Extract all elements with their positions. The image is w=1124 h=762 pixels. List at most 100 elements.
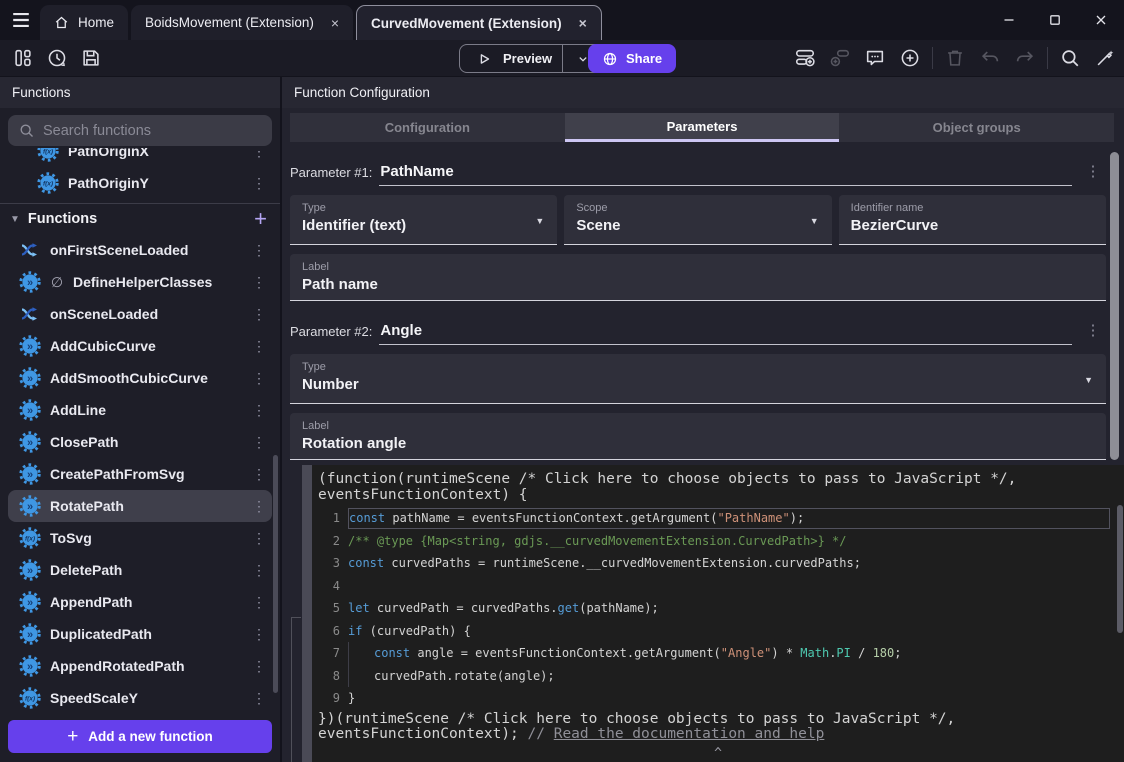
code-line[interactable]: 1const pathName = eventsFunctionContext.… [318, 507, 1124, 530]
text-field[interactable]: LabelPath name [290, 254, 1106, 301]
function-name: AddSmoothCubicCurve [50, 370, 242, 386]
code-function-header[interactable]: (function(runtimeScene /* Click here to … [318, 472, 1124, 503]
tab-parameters[interactable]: Parameters [565, 113, 840, 142]
maximize-button[interactable] [1032, 0, 1078, 40]
function-menu-icon[interactable]: ⋮ [251, 562, 267, 579]
function-menu-icon[interactable]: ⋮ [251, 242, 267, 259]
code-line[interactable]: 9} [318, 687, 1124, 710]
window-tab[interactable]: CurvedMovement (Extension)× [356, 5, 602, 40]
code-editor-content[interactable]: (function(runtimeScene /* Click here to … [312, 465, 1124, 762]
function-list-item[interactable]: »AppendPath⋮ [8, 586, 272, 618]
add-new-function-button[interactable]: + Add a new function [8, 720, 272, 753]
main-header: Function Configuration [282, 77, 1124, 108]
parameter-name-input[interactable] [379, 322, 1072, 345]
dropdown-field[interactable]: TypeNumber▼ [290, 354, 1106, 404]
documentation-link[interactable]: Read the documentation and help [554, 726, 825, 742]
function-menu-icon[interactable]: ⋮ [251, 148, 267, 160]
code-scrollbar[interactable] [1117, 505, 1123, 633]
close-button[interactable] [1078, 0, 1124, 40]
function-list-item[interactable]: »DeletePath⋮ [8, 554, 272, 586]
parameter-name-input[interactable] [379, 163, 1072, 186]
text-field[interactable]: Identifier nameBezierCurve [839, 195, 1106, 245]
project-manager-icon[interactable] [10, 45, 36, 71]
parameter-menu-icon[interactable]: ⋮ [1084, 321, 1102, 345]
ai-wand-icon[interactable] [1092, 45, 1118, 71]
function-list-item[interactable]: »CreatePathFromSvg⋮ [8, 458, 272, 490]
function-list-item[interactable]: »DuplicatedPath⋮ [8, 618, 272, 650]
search-input[interactable] [43, 123, 262, 139]
dropdown-field[interactable]: TypeIdentifier (text)▼ [290, 195, 557, 245]
function-name: PathOriginY [68, 175, 242, 191]
search-box[interactable] [8, 115, 272, 146]
svg-text:»: » [27, 597, 33, 609]
function-list-item[interactable]: »AddSmoothCubicCurve⋮ [8, 362, 272, 394]
sidebar-scrollbar[interactable] [273, 455, 278, 693]
function-list-item[interactable]: f(x)SpeedScaleY⋮ [8, 682, 272, 714]
share-button[interactable]: Share [588, 44, 676, 73]
collapse-arrow-icon[interactable]: ▼ [10, 214, 20, 225]
dropdown-field[interactable]: ScopeScene▼ [564, 195, 831, 245]
add-other-event-icon[interactable] [897, 45, 923, 71]
tab-object-groups[interactable]: Object groups [839, 113, 1114, 142]
function-menu-icon[interactable]: ⋮ [251, 530, 267, 547]
preview-button[interactable]: Preview [459, 44, 604, 73]
function-list-item[interactable]: onSceneLoaded⋮ [8, 298, 272, 330]
function-menu-icon[interactable]: ⋮ [251, 658, 267, 675]
function-menu-icon[interactable]: ⋮ [251, 498, 267, 515]
code-line[interactable]: 6if (curvedPath) { [318, 620, 1124, 643]
function-menu-icon[interactable]: ⋮ [251, 274, 267, 291]
close-tab-icon[interactable]: × [331, 15, 339, 31]
tab-configuration[interactable]: Configuration [290, 113, 565, 142]
function-menu-icon[interactable]: ⋮ [251, 175, 267, 192]
configuration-tabs: Configuration Parameters Object groups [290, 113, 1114, 142]
parameters-scrollbar[interactable] [1110, 152, 1119, 460]
function-menu-icon[interactable]: ⋮ [251, 466, 267, 483]
code-line[interactable]: 8curvedPath.rotate(angle); [318, 665, 1124, 688]
main-menu-button[interactable] [9, 9, 35, 33]
function-menu-icon[interactable]: ⋮ [251, 434, 267, 451]
parameter-index-label: Parameter #2: [290, 324, 372, 345]
code-line[interactable]: 2/** @type {Map<string, gdjs.__curvedMov… [318, 530, 1124, 553]
function-list-item[interactable]: f(x)PathOriginY⋮ [8, 167, 272, 199]
function-list-item[interactable]: »RotatePath⋮ [8, 490, 272, 522]
svg-text:»: » [27, 469, 33, 481]
function-menu-icon[interactable]: ⋮ [251, 594, 267, 611]
line-number: 4 [318, 579, 340, 593]
function-list-item[interactable]: »AddLine⋮ [8, 394, 272, 426]
event-drag-handle[interactable] [302, 465, 312, 762]
code-line[interactable]: 7const angle = eventsFunctionContext.get… [318, 642, 1124, 665]
code-line[interactable]: 4 [318, 575, 1124, 598]
code-line[interactable]: 5let curvedPath = curvedPaths.get(pathNa… [318, 597, 1124, 620]
function-menu-icon[interactable]: ⋮ [251, 626, 267, 643]
collapse-editor-icon[interactable]: ^ [714, 746, 722, 761]
window-tab[interactable]: Home [40, 5, 128, 40]
add-event-icon[interactable] [792, 45, 818, 71]
minimize-button[interactable] [986, 0, 1032, 40]
function-list-item[interactable]: »ClosePath⋮ [8, 426, 272, 458]
function-name: SpeedScaleY [50, 690, 242, 706]
text-field[interactable]: LabelRotation angle [290, 413, 1106, 460]
add-function-icon[interactable]: + [254, 208, 267, 230]
function-menu-icon[interactable]: ⋮ [251, 338, 267, 355]
function-list-item[interactable]: f(x)ToSvg⋮ [8, 522, 272, 554]
code-line[interactable]: 3const curvedPaths = runtimeScene.__curv… [318, 552, 1124, 575]
history-icon[interactable] [44, 45, 70, 71]
parameter-menu-icon[interactable]: ⋮ [1084, 162, 1102, 186]
function-menu-icon[interactable]: ⋮ [251, 690, 267, 707]
function-list-item[interactable]: f(x)PathOriginX⋮ [8, 148, 272, 167]
action-function-icon: » [19, 431, 41, 453]
field-label: Type [302, 361, 1094, 373]
search-icon[interactable] [1057, 45, 1083, 71]
function-list-item[interactable]: onFirstSceneLoaded⋮ [8, 234, 272, 266]
function-menu-icon[interactable]: ⋮ [251, 402, 267, 419]
function-menu-icon[interactable]: ⋮ [251, 306, 267, 323]
function-list-item[interactable]: »∅DefineHelperClasses⋮ [8, 266, 272, 298]
add-comment-icon[interactable] [862, 45, 888, 71]
function-list-item[interactable]: »AddCubicCurve⋮ [8, 330, 272, 362]
functions-section-header[interactable]: ▼ Functions + [0, 204, 280, 234]
close-tab-icon[interactable]: × [579, 15, 587, 31]
save-icon[interactable] [78, 45, 104, 71]
function-list-item[interactable]: »AppendRotatedPath⋮ [8, 650, 272, 682]
window-tab[interactable]: BoidsMovement (Extension)× [131, 5, 353, 40]
function-menu-icon[interactable]: ⋮ [251, 370, 267, 387]
